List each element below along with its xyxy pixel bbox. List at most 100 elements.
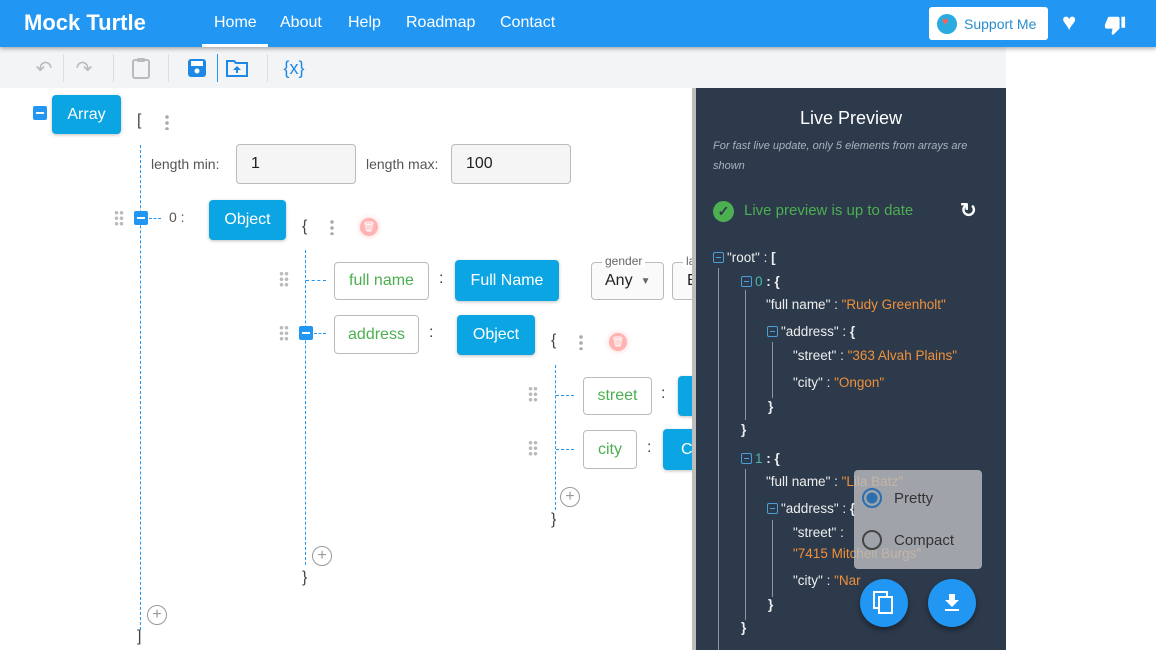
drag-handle-icon[interactable] — [528, 440, 538, 456]
support-me-button[interactable]: Support Me — [929, 7, 1048, 40]
item-index: 0 : — [169, 209, 185, 225]
json-value: "Nar — [834, 573, 861, 588]
collapse-icon[interactable] — [713, 252, 724, 263]
collapse-icon[interactable] — [741, 276, 752, 287]
json-line: "city" : "Nar — [793, 573, 861, 588]
type-button-full-name[interactable]: Full Name — [455, 260, 559, 301]
json-punct: : { — [762, 274, 780, 289]
length-min-input[interactable]: 1 — [236, 144, 356, 184]
add-field-button[interactable]: + — [560, 487, 580, 507]
format-option-pretty[interactable]: Pretty — [862, 488, 933, 508]
nav-roadmap[interactable]: Roadmap — [406, 14, 475, 32]
json-key: "address" : — [781, 324, 850, 339]
upload-folder-icon[interactable] — [225, 56, 249, 80]
divider — [267, 54, 268, 82]
json-key: 1 — [755, 451, 763, 466]
ko-fi-cup-icon — [937, 13, 957, 34]
collapse-icon[interactable] — [33, 106, 47, 120]
refresh-icon[interactable]: ↻ — [960, 198, 977, 223]
active-tab-indicator — [202, 44, 268, 47]
json-value: "Rudy Greenholt" — [841, 297, 946, 312]
save-icon[interactable] — [185, 56, 209, 80]
format-menu: Pretty Compact — [854, 470, 982, 569]
close-bracket: ] — [137, 628, 142, 645]
heart-icon[interactable]: ♥ — [1062, 9, 1076, 37]
brand-logo[interactable]: Mock Turtle — [24, 10, 146, 36]
download-button[interactable] — [928, 579, 976, 627]
more-options-icon[interactable] — [165, 114, 169, 130]
undo-icon[interactable]: ↶ — [32, 56, 56, 80]
preview-subtitle: For fast live update, only 5 elements fr… — [713, 140, 968, 172]
length-min-label: length min: — [151, 156, 220, 172]
nav-contact[interactable]: Contact — [500, 14, 555, 32]
collapse-icon[interactable] — [299, 326, 313, 340]
json-value: "363 Alvah Plains" — [847, 348, 958, 363]
json-key: "full name" : — [766, 297, 842, 312]
clipboard-icon[interactable] — [129, 56, 153, 80]
tree-line — [305, 250, 306, 565]
delete-icon[interactable]: 🗑 — [609, 333, 627, 351]
json-punct: } — [768, 597, 774, 612]
collapse-icon[interactable] — [741, 453, 752, 464]
thumbs-down-icon[interactable] — [1103, 14, 1127, 36]
field-key-input[interactable]: full name — [334, 262, 429, 300]
open-brace: { — [551, 332, 557, 349]
delete-icon[interactable]: 🗑 — [360, 218, 378, 236]
json-key: "address" : — [781, 501, 850, 516]
option-label: Compact — [894, 531, 955, 549]
drag-handle-icon[interactable] — [279, 271, 289, 287]
length-max-input[interactable]: 100 — [451, 144, 571, 184]
json-line: } — [741, 620, 746, 635]
type-button-object[interactable]: Object — [457, 315, 535, 355]
field-key-input[interactable]: city — [583, 430, 637, 469]
radio-unchecked[interactable] — [862, 530, 882, 550]
collapse-icon[interactable] — [134, 211, 148, 225]
json-line: "street" : "363 Alvah Plains" — [793, 348, 957, 363]
drag-handle-icon[interactable] — [114, 210, 124, 226]
json-line: "address" : { — [767, 501, 855, 516]
add-item-button[interactable]: + — [147, 605, 167, 625]
option-label: Pretty — [894, 489, 934, 507]
check-circle-icon: ✓ — [713, 201, 734, 222]
json-line: "city" : "Ongon" — [793, 375, 884, 390]
colon: : — [439, 270, 444, 287]
redo-icon[interactable]: ↷ — [72, 56, 96, 80]
json-key: "street" : — [793, 348, 848, 363]
more-options-icon[interactable] — [579, 334, 583, 350]
type-button-object[interactable]: Object — [209, 200, 286, 240]
field-key-input[interactable]: street — [583, 377, 652, 415]
gender-value: Any — [605, 272, 633, 289]
json-line: } — [768, 597, 773, 612]
collapse-icon[interactable] — [767, 326, 778, 337]
variable-icon[interactable]: {x} — [282, 56, 306, 80]
nav-help[interactable]: Help — [348, 14, 381, 32]
format-option-compact[interactable]: Compact — [862, 530, 954, 550]
drag-handle-icon[interactable] — [528, 386, 538, 402]
tree-line — [149, 218, 161, 219]
open-brace: { — [302, 218, 308, 235]
json-line: "root" : [ — [713, 250, 776, 265]
collapse-icon[interactable] — [767, 503, 778, 514]
json-line: "address" : { — [767, 324, 855, 339]
copy-button[interactable] — [860, 579, 908, 627]
close-brace: } — [551, 511, 557, 528]
nav-about[interactable]: About — [280, 14, 322, 32]
drag-handle-icon[interactable] — [279, 325, 289, 341]
nav-home[interactable]: Home — [214, 14, 257, 32]
colon: : — [429, 324, 434, 341]
length-max-label: length max: — [366, 156, 439, 172]
tree-line — [314, 333, 326, 334]
add-field-button[interactable]: + — [312, 546, 332, 566]
tree-line — [772, 520, 773, 597]
json-punct: } — [741, 422, 747, 437]
divider — [217, 54, 218, 82]
type-button-array[interactable]: Array — [52, 95, 121, 134]
json-key: "city" : — [793, 375, 835, 390]
tree-line — [555, 365, 556, 510]
more-options-icon[interactable] — [330, 219, 334, 235]
field-key-input[interactable]: address — [334, 315, 419, 354]
tree-line — [306, 280, 326, 281]
radio-checked[interactable] — [862, 488, 882, 508]
support-label: Support Me — [964, 15, 1037, 32]
json-key: "city" : — [793, 573, 835, 588]
